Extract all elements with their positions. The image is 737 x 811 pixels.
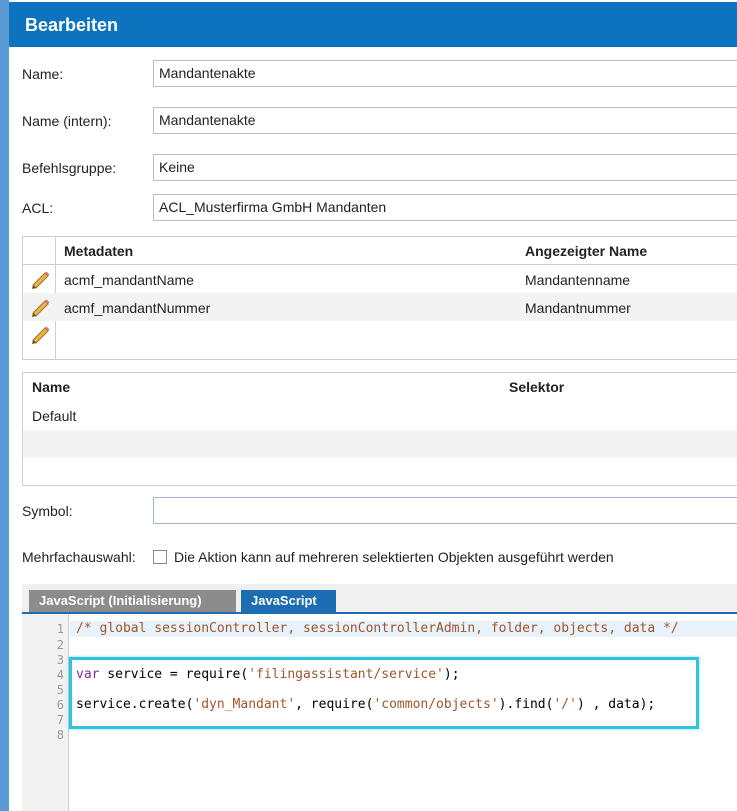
line-number: 1 xyxy=(56,622,64,636)
line-number: 8 xyxy=(56,728,64,742)
line-number: 6 xyxy=(56,698,64,712)
code-line-1: /* global sessionController, sessionCont… xyxy=(76,621,679,636)
line-number: 7 xyxy=(56,713,64,727)
column-header-metadaten[interactable]: Metadaten xyxy=(64,243,133,259)
tab-javascript[interactable]: JavaScript xyxy=(241,590,336,612)
column-header-name[interactable]: Name xyxy=(32,379,70,395)
column-header-angezeigter-name[interactable]: Angezeigter Name xyxy=(525,243,647,259)
pencil-icon[interactable] xyxy=(29,323,51,345)
mehrfach-text: Die Aktion kann auf mehreren selektierte… xyxy=(174,549,614,565)
name-input[interactable]: Mandantenakte xyxy=(153,60,737,87)
table-row-display-2[interactable]: Mandantnummer xyxy=(525,300,631,316)
selector-table: Name Selektor Default xyxy=(22,372,737,486)
table-row-meta-1[interactable]: acmf_mandantName xyxy=(64,272,194,288)
mehrfach-label: Mehrfachauswahl: xyxy=(22,549,136,565)
befehlsgruppe-label: Befehlsgruppe: xyxy=(22,160,117,176)
acl-label: ACL: xyxy=(22,200,54,216)
column-header-selektor[interactable]: Selektor xyxy=(509,379,564,395)
header-divider xyxy=(23,264,737,265)
table-row-display-1[interactable]: Mandantenname xyxy=(525,272,630,288)
table-row-meta-2[interactable]: acmf_mandantNummer xyxy=(64,300,210,316)
name-intern-input[interactable]: Mandantenakte xyxy=(153,107,737,134)
mehrfach-checkbox[interactable] xyxy=(153,550,167,564)
code-highlight-box xyxy=(69,657,699,729)
left-accent-strip xyxy=(0,0,9,811)
name-intern-label: Name (intern): xyxy=(22,113,112,129)
table-row-name-1[interactable]: Default xyxy=(32,408,76,424)
metadata-table: Metadaten Angezeigter Name acmf_mandantN… xyxy=(22,236,737,360)
pencil-icon[interactable] xyxy=(29,268,51,290)
line-number: 2 xyxy=(56,638,64,652)
tab-javascript-init[interactable]: JavaScript (Initialisierung) xyxy=(29,590,236,612)
symbol-label: Symbol: xyxy=(22,503,73,519)
name-label: Name: xyxy=(22,66,64,82)
page-title: Bearbeiten xyxy=(9,2,737,47)
symbol-input[interactable] xyxy=(153,497,737,524)
befehlsgruppe-select[interactable]: Keine xyxy=(153,154,737,181)
line-number: 4 xyxy=(56,668,64,682)
acl-select[interactable]: ACL_Musterfirma GmbH Mandanten xyxy=(153,194,737,221)
pencil-icon[interactable] xyxy=(29,296,51,318)
line-number: 5 xyxy=(56,683,64,697)
line-number: 3 xyxy=(56,653,64,667)
zebra-stripe xyxy=(23,430,737,458)
